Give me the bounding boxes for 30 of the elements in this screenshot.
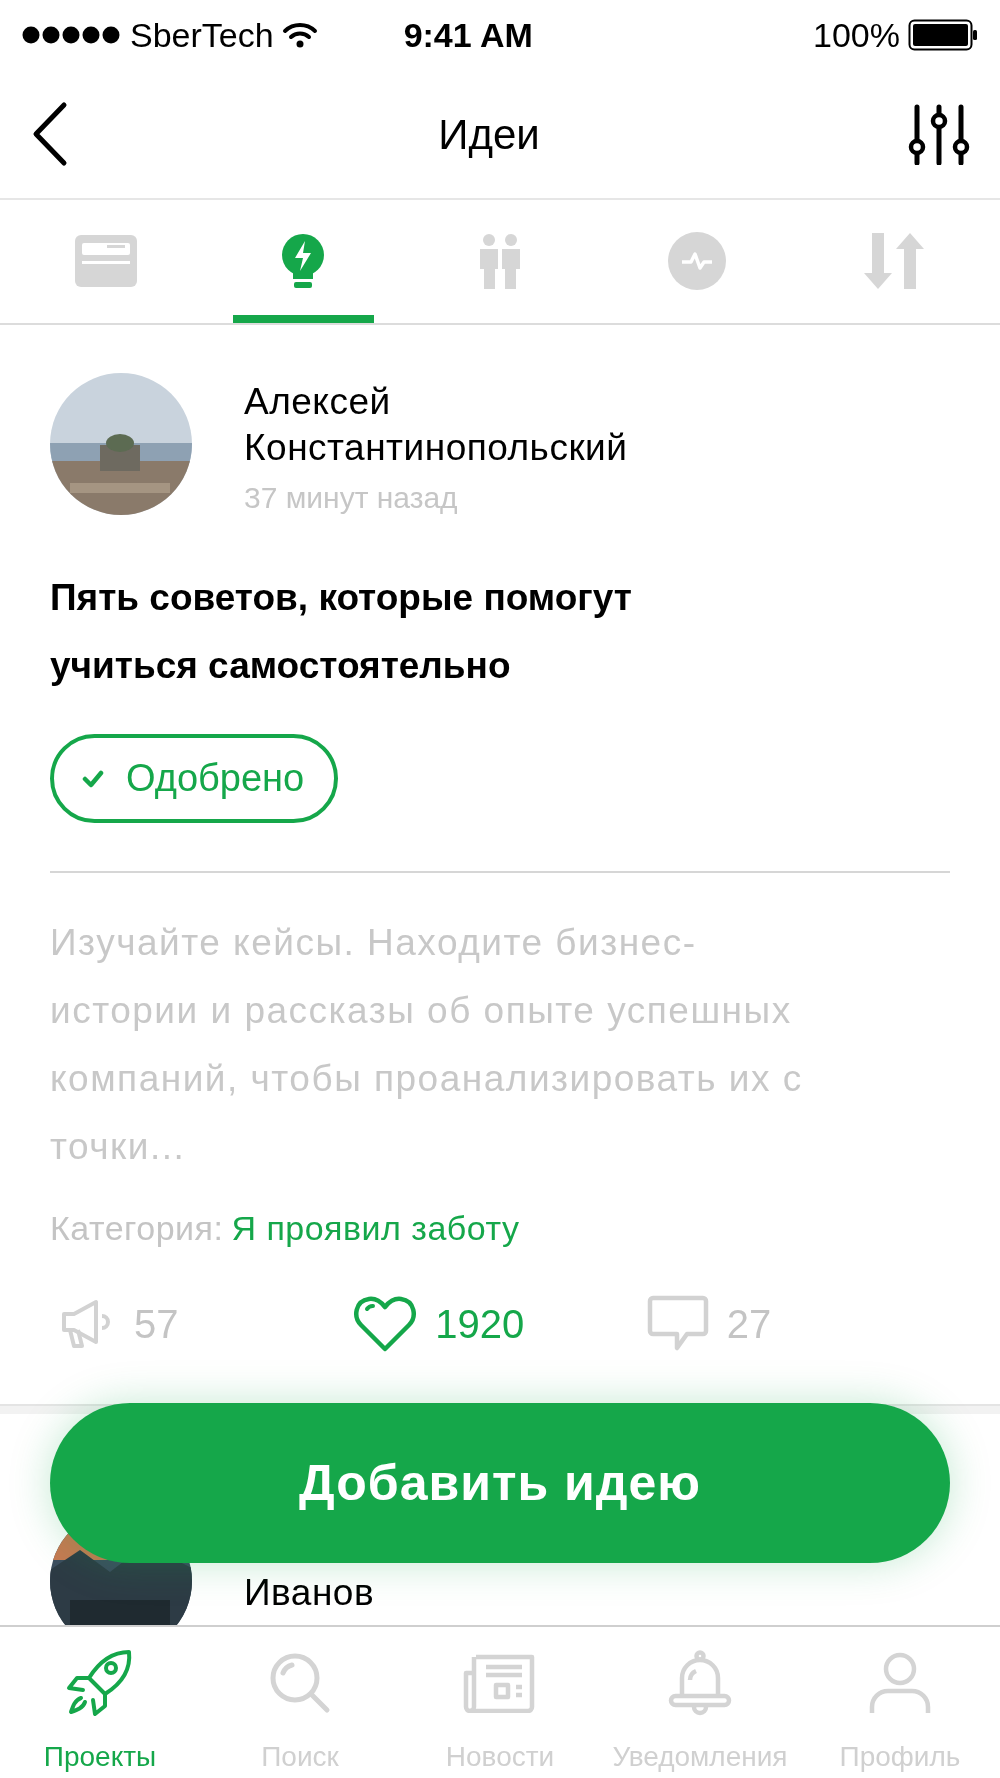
people-icon: [478, 233, 522, 289]
clock: 9:41 AM: [403, 14, 533, 56]
heart-icon: [353, 1295, 418, 1353]
author-name: Алексей Константинопольский: [244, 380, 629, 470]
card-icon: [75, 235, 138, 287]
megaphone-count[interactable]: 57: [60, 1294, 354, 1354]
battery-icon: [908, 19, 978, 51]
filter-button[interactable]: [908, 103, 970, 165]
lightbulb-icon: [280, 233, 327, 289]
author-name: Иванов: [244, 1571, 375, 1615]
battery-percent: 100%: [813, 14, 900, 56]
category-label: Категория:: [50, 1208, 224, 1249]
wifi-icon: [281, 22, 318, 48]
tab-bar-item[interactable]: Проекты: [0, 1627, 200, 1778]
arrows-icon: [863, 231, 924, 291]
check-icon: [82, 769, 104, 788]
heart-count[interactable]: 1920: [353, 1294, 647, 1354]
post-time: 37 минут назад: [244, 480, 459, 516]
profile-icon: [868, 1650, 932, 1715]
signal-icon: [22, 26, 122, 44]
post-title: Пять советов, которые помогут учиться самостоятельно: [50, 576, 633, 688]
comment-icon: [646, 1295, 709, 1353]
screen-title: Идеи: [438, 109, 540, 160]
add-idea-button[interactable]: Добавить идею: [50, 1403, 950, 1563]
pulse-icon: [667, 232, 726, 290]
bell-icon: [668, 1649, 732, 1716]
comment-count[interactable]: 27: [646, 1294, 940, 1354]
carrier-name: SberTech: [130, 14, 274, 56]
status-badge: Одобрено: [50, 734, 339, 823]
category-link[interactable]: Я проявил заботу: [231, 1203, 520, 1254]
